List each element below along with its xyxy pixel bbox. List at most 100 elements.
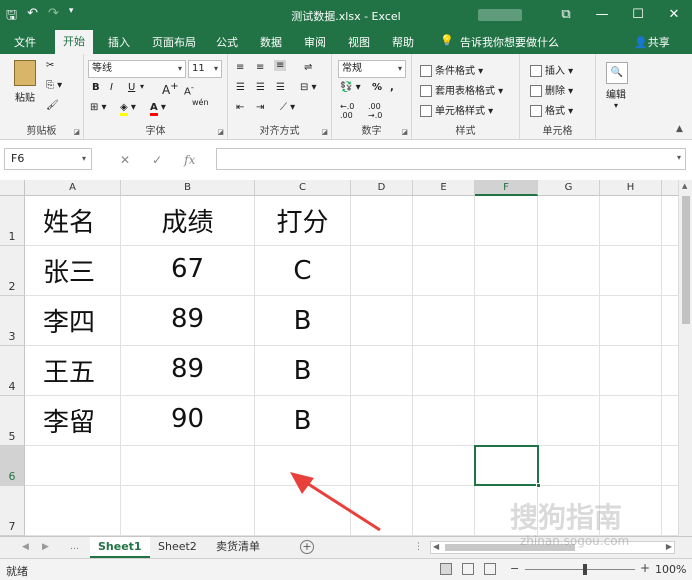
underline-button[interactable]: U (128, 82, 135, 93)
cell-g2[interactable] (538, 246, 600, 296)
comma-style-icon[interactable]: , (390, 82, 394, 93)
cell-e5[interactable] (413, 396, 475, 446)
cell-b7[interactable] (121, 486, 255, 536)
cell-c1[interactable]: 打分 (255, 196, 351, 246)
fill-color-icon[interactable]: ◈ ▾ (120, 102, 136, 116)
page-layout-view-icon[interactable] (462, 563, 474, 575)
format-painter-icon[interactable]: 🖌 (46, 100, 59, 111)
cell-styles-button[interactable]: 单元格样式 ▾ (420, 102, 493, 117)
row-header-6[interactable]: 6 (0, 446, 25, 486)
conditional-format-button[interactable]: 条件格式 ▾ (420, 62, 483, 77)
cell-b4[interactable]: 89 (121, 346, 255, 396)
delete-cells-button[interactable]: 删除 ▾ (530, 82, 573, 97)
bold-button[interactable]: B (92, 82, 100, 93)
cell-f1[interactable] (475, 196, 538, 246)
enter-icon[interactable]: ✓ (152, 153, 162, 167)
cell-d4[interactable] (351, 346, 413, 396)
copy-icon[interactable]: ⎘ ▾ (46, 80, 62, 91)
align-bottom-icon[interactable]: ≡ (274, 60, 287, 71)
cell-d2[interactable] (351, 246, 413, 296)
align-center-icon[interactable]: ☰ (256, 82, 265, 93)
cut-icon[interactable]: ✂ (46, 60, 54, 71)
cell-c3[interactable]: B (255, 296, 351, 346)
align-right-icon[interactable]: ☰ (276, 82, 285, 93)
row-header-4[interactable]: 4 (0, 346, 25, 396)
normal-view-icon[interactable] (440, 563, 452, 575)
cell-f5[interactable] (475, 396, 538, 446)
cell-h4[interactable] (600, 346, 662, 396)
minimize-icon[interactable]: — (584, 0, 620, 30)
alignment-launcher-icon[interactable]: ◪ (321, 128, 328, 136)
cell-g1[interactable] (538, 196, 600, 246)
cell-b2[interactable]: 67 (121, 246, 255, 296)
cell-f2[interactable] (475, 246, 538, 296)
active-cell-f6[interactable] (474, 445, 541, 488)
cell-e4[interactable] (413, 346, 475, 396)
close-icon[interactable]: ✕ (656, 0, 692, 30)
cell-g4[interactable] (538, 346, 600, 396)
align-top-icon[interactable]: ≡ (236, 62, 244, 73)
clipboard-launcher-icon[interactable]: ◪ (73, 128, 80, 136)
maximize-icon[interactable]: ☐ (620, 0, 656, 30)
formula-input[interactable]: ▾ (216, 148, 686, 170)
cancel-icon[interactable]: ✕ (120, 153, 130, 167)
cell-g5[interactable] (538, 396, 600, 446)
column-header-e[interactable]: E (413, 180, 475, 196)
cell-h1[interactable] (600, 196, 662, 246)
cell-c4[interactable]: B (255, 346, 351, 396)
percent-button[interactable]: % (372, 82, 382, 93)
column-header-b[interactable]: B (121, 180, 255, 196)
cell-c2[interactable]: C (255, 246, 351, 296)
tab-home[interactable]: 开始 (55, 30, 93, 54)
fill-handle[interactable] (536, 483, 541, 488)
font-size-select[interactable]: 11 ▾ (188, 60, 222, 78)
number-launcher-icon[interactable]: ◪ (401, 128, 408, 136)
insert-function-button[interactable]: fx (184, 153, 195, 167)
cell-b6[interactable] (121, 446, 255, 486)
cell-b1[interactable]: 成绩 (121, 196, 255, 246)
cell-a1[interactable]: 姓名 (25, 196, 121, 246)
cell-a4[interactable]: 王五 (25, 346, 121, 396)
next-sheet-icon[interactable]: ▶ (42, 542, 49, 552)
cell-h5[interactable] (600, 396, 662, 446)
cell-d5[interactable] (351, 396, 413, 446)
zoom-out-icon[interactable]: − (510, 562, 519, 575)
increase-indent-icon[interactable]: ⇥ (256, 102, 264, 113)
row-header-2[interactable]: 2 (0, 246, 25, 296)
expand-formula-icon[interactable]: ▾ (677, 153, 681, 162)
sheet-tab-sales-list[interactable]: 卖货清单 (208, 537, 268, 558)
cell-h3[interactable] (600, 296, 662, 346)
vertical-scrollbar[interactable]: ▲ (678, 180, 692, 536)
column-header-f[interactable]: F (475, 180, 538, 196)
share-button[interactable]: 👤共享 (634, 34, 670, 50)
cell-a5[interactable]: 李留 (25, 396, 121, 446)
wrap-text-icon[interactable]: ⇌ (304, 62, 312, 73)
select-all-button[interactable] (0, 180, 25, 196)
cell-a2[interactable]: 张三 (25, 246, 121, 296)
phonetic-icon[interactable]: wén (192, 98, 209, 107)
tell-me-search[interactable]: 告诉我你想要做什么 (460, 34, 559, 50)
vertical-scroll-thumb[interactable] (682, 196, 690, 324)
tab-view[interactable]: 视图 (348, 34, 370, 50)
editing-button[interactable]: 🔍 编辑 ▾ (604, 62, 628, 110)
cell-a3[interactable]: 李四 (25, 296, 121, 346)
number-format-select[interactable]: 常规 ▾ (338, 60, 406, 78)
font-launcher-icon[interactable]: ◪ (217, 128, 224, 136)
align-left-icon[interactable]: ☰ (236, 82, 245, 93)
tab-review[interactable]: 审阅 (304, 34, 326, 50)
cell-e7[interactable] (413, 486, 475, 536)
name-box[interactable]: F6 ▾ (4, 148, 92, 170)
border-icon[interactable]: ⊞ ▾ (90, 102, 107, 113)
tab-insert[interactable]: 插入 (108, 34, 130, 50)
cell-e6[interactable] (413, 446, 475, 486)
format-cells-button[interactable]: 格式 ▾ (530, 102, 573, 117)
column-header-g[interactable]: G (538, 180, 600, 196)
split-handle-icon[interactable]: ⋮ (414, 542, 423, 552)
column-header-d[interactable]: D (351, 180, 413, 196)
underline-dropdown-icon[interactable]: ▾ (140, 82, 144, 91)
cell-f4[interactable] (475, 346, 538, 396)
cell-a7[interactable] (25, 486, 121, 536)
prev-sheet-icon[interactable]: ◀ (22, 542, 29, 552)
column-header-c[interactable]: C (255, 180, 351, 196)
cell-b3[interactable]: 89 (121, 296, 255, 346)
